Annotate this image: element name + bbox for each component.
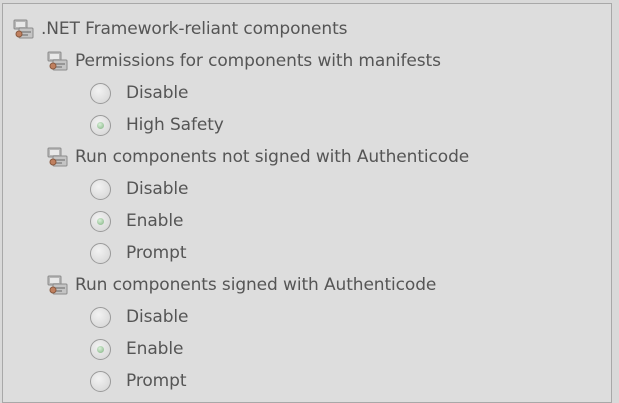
radio-option-label: Disable: [126, 307, 189, 327]
radio-button[interactable]: [90, 370, 111, 392]
tree-group-signed-authenticode: Run components signed with Authenticode: [47, 270, 436, 300]
settings-group-icon: [47, 275, 68, 295]
settings-group-icon: [47, 147, 68, 167]
radio-option-unsigned-enable[interactable]: Enable: [90, 206, 183, 236]
tree-group-permissions-manifests: Permissions for components with manifest…: [47, 46, 441, 76]
radio-option-label: Enable: [126, 339, 184, 359]
radio-option-permissions-high-safety[interactable]: High Safety: [90, 110, 224, 140]
radio-option-label: Enable: [126, 211, 184, 231]
radio-button[interactable]: [90, 178, 111, 200]
radio-button[interactable]: [90, 210, 111, 232]
tree-group-label: Run components not signed with Authentic…: [75, 147, 470, 167]
radio-option-label: Disable: [126, 83, 189, 103]
tree-root-label: .NET Framework-reliant components: [41, 19, 348, 39]
settings-tree-panel: .NET Framework-reliant components Permis…: [2, 3, 612, 403]
radio-option-permissions-disable[interactable]: Disable: [90, 78, 188, 108]
radio-option-label: High Safety: [126, 115, 224, 135]
radio-option-label: Prompt: [126, 371, 187, 391]
radio-option-unsigned-disable[interactable]: Disable: [90, 174, 188, 204]
settings-group-icon: [13, 19, 34, 39]
radio-button[interactable]: [90, 82, 111, 104]
radio-button[interactable]: [90, 338, 111, 360]
tree-group-unsigned-authenticode: Run components not signed with Authentic…: [47, 142, 469, 172]
radio-button[interactable]: [90, 306, 111, 328]
tree-root: .NET Framework-reliant components: [13, 14, 348, 44]
settings-group-icon: [47, 51, 68, 71]
tree-group-label: Permissions for components with manifest…: [75, 51, 441, 71]
radio-option-signed-disable[interactable]: Disable: [90, 302, 188, 332]
radio-option-label: Prompt: [126, 243, 187, 263]
tree-group-label: Run components signed with Authenticode: [75, 275, 437, 295]
radio-option-signed-enable[interactable]: Enable: [90, 334, 183, 364]
radio-button[interactable]: [90, 242, 111, 264]
radio-option-label: Disable: [126, 179, 189, 199]
radio-button[interactable]: [90, 114, 111, 136]
radio-option-unsigned-prompt[interactable]: Prompt: [90, 238, 186, 268]
